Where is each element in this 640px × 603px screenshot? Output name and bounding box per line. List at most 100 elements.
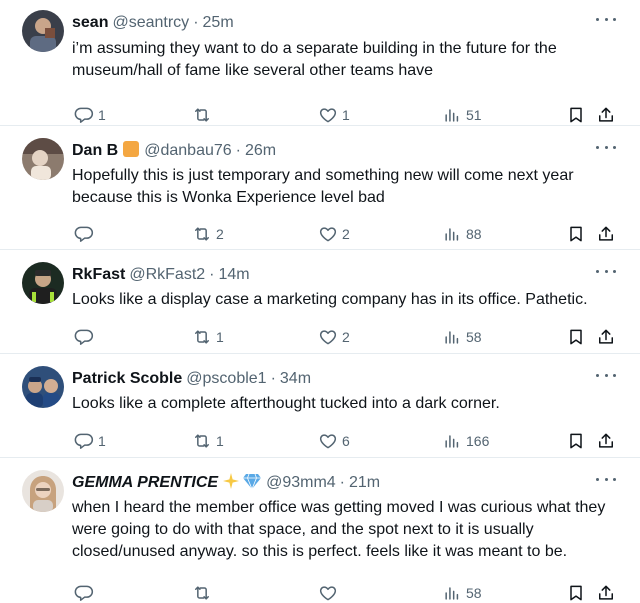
tweet-card[interactable]: Patrick Scoble @pscoble1 · 34m Looks lik… xyxy=(0,354,640,458)
analytics-icon xyxy=(445,331,459,344)
tweet-card[interactable]: RkFast @RkFast2 · 14m Looks like a displ… xyxy=(0,250,640,354)
heart-icon xyxy=(319,586,337,601)
view-count: 58 xyxy=(466,585,482,601)
share-button[interactable] xyxy=(596,105,616,125)
display-name[interactable]: sean xyxy=(72,14,108,32)
more-options-icon[interactable] xyxy=(596,14,616,24)
retweet-button[interactable]: 2 xyxy=(192,224,224,244)
views-button[interactable]: 58 xyxy=(442,583,482,603)
gem-icon xyxy=(242,472,262,495)
views-button[interactable]: 166 xyxy=(442,431,489,451)
reply-button[interactable] xyxy=(74,327,98,347)
separator: · xyxy=(193,14,199,31)
user-handle[interactable]: @93mm4 xyxy=(266,474,336,492)
reply-icon xyxy=(74,226,94,242)
more-options-icon[interactable] xyxy=(596,266,616,276)
reply-button[interactable]: 1 xyxy=(74,105,106,125)
like-button[interactable]: 2 xyxy=(318,224,350,244)
user-handle[interactable]: @pscoble1 xyxy=(186,370,266,388)
retweet-button[interactable]: 1 xyxy=(192,327,224,347)
tweet-card[interactable]: Dan B @danbau76 · 26m Hopefully this is … xyxy=(0,126,640,250)
timestamp[interactable]: 25m xyxy=(203,14,234,32)
views-button[interactable]: 58 xyxy=(442,327,482,347)
avatar[interactable] xyxy=(22,470,64,512)
analytics-icon xyxy=(445,435,459,448)
views-button[interactable]: 51 xyxy=(442,105,482,125)
reply-button[interactable]: 1 xyxy=(74,431,106,451)
retweet-button[interactable] xyxy=(192,583,216,603)
user-handle[interactable]: @danbau76 xyxy=(144,142,231,160)
avatar[interactable] xyxy=(22,138,64,180)
reply-icon xyxy=(74,585,94,601)
share-icon xyxy=(599,585,613,600)
share-icon xyxy=(599,226,613,241)
timestamp[interactable]: 21m xyxy=(349,474,380,492)
retweet-count: 2 xyxy=(216,226,224,242)
display-name[interactable]: Patrick Scoble xyxy=(72,370,182,388)
reply-button[interactable] xyxy=(74,224,98,244)
reply-button[interactable] xyxy=(74,583,98,603)
avatar[interactable] xyxy=(22,366,64,408)
tweet-card[interactable]: sean @seantrcy · 25m i’m assuming they w… xyxy=(0,0,640,126)
bookmark-icon xyxy=(570,107,582,123)
tweet-card[interactable]: GEMMA PRENTICE @93mm4 · 21m when I heard… xyxy=(0,458,640,603)
tweet-header: Patrick Scoble @pscoble1 · 34m xyxy=(72,368,622,390)
reply-timeline: sean @seantrcy · 25m i’m assuming they w… xyxy=(0,0,640,603)
analytics-icon xyxy=(445,587,459,600)
action-bar: 1 2 58 xyxy=(72,327,622,347)
share-button[interactable] xyxy=(596,431,616,451)
share-button[interactable] xyxy=(596,224,616,244)
more-options-icon[interactable] xyxy=(596,142,616,152)
bookmark-icon xyxy=(570,329,582,345)
tweet-header: sean @seantrcy · 25m xyxy=(72,12,622,34)
display-name[interactable]: RkFast xyxy=(72,266,125,284)
user-handle[interactable]: @seantrcy xyxy=(112,14,189,32)
bookmark-button[interactable] xyxy=(566,583,586,603)
retweet-icon xyxy=(195,227,209,241)
action-bar: 1 1 6 166 xyxy=(72,431,622,451)
share-button[interactable] xyxy=(596,583,616,603)
more-options-icon[interactable] xyxy=(596,370,616,380)
display-name[interactable]: Dan B xyxy=(72,142,118,160)
like-button[interactable] xyxy=(318,583,342,603)
bookmark-icon xyxy=(570,226,582,242)
bookmark-button[interactable] xyxy=(566,327,586,347)
retweet-icon xyxy=(195,330,209,344)
views-button[interactable]: 88 xyxy=(442,224,482,244)
heart-icon xyxy=(319,434,337,449)
retweet-button[interactable] xyxy=(192,105,216,125)
user-handle[interactable]: @RkFast2 xyxy=(129,266,205,284)
like-button[interactable]: 1 xyxy=(318,105,350,125)
bookmark-button[interactable] xyxy=(566,431,586,451)
share-icon xyxy=(599,329,613,344)
like-button[interactable]: 2 xyxy=(318,327,350,347)
reply-icon xyxy=(74,433,94,449)
timestamp[interactable]: 34m xyxy=(280,370,311,388)
display-name[interactable]: GEMMA PRENTICE xyxy=(72,474,218,492)
heart-icon xyxy=(319,330,337,345)
tweet-text: when I heard the member office was getti… xyxy=(72,499,606,560)
like-count: 1 xyxy=(342,107,350,123)
reply-count: 1 xyxy=(98,107,106,123)
timestamp[interactable]: 14m xyxy=(219,266,250,284)
separator: · xyxy=(339,474,345,491)
action-bar: 2 2 88 xyxy=(72,224,622,244)
tweet-header: RkFast @RkFast2 · 14m xyxy=(72,264,622,286)
retweet-button[interactable]: 1 xyxy=(192,431,224,451)
avatar[interactable] xyxy=(22,262,64,304)
tweet-header: GEMMA PRENTICE @93mm4 · 21m xyxy=(72,472,622,494)
bookmark-button[interactable] xyxy=(566,224,586,244)
share-button[interactable] xyxy=(596,327,616,347)
avatar[interactable] xyxy=(22,10,64,52)
like-button[interactable]: 6 xyxy=(318,431,350,451)
timestamp[interactable]: 26m xyxy=(245,142,276,160)
view-count: 51 xyxy=(466,107,482,123)
separator: · xyxy=(209,266,215,283)
heart-icon xyxy=(319,227,337,242)
more-options-icon[interactable] xyxy=(596,474,616,484)
bookmark-button[interactable] xyxy=(566,105,586,125)
tweet-text: Looks like a display case a marketing co… xyxy=(72,291,588,308)
reply-count: 1 xyxy=(98,433,106,449)
analytics-icon xyxy=(445,109,459,122)
tweet-text: Hopefully this is just temporary and som… xyxy=(72,167,574,206)
